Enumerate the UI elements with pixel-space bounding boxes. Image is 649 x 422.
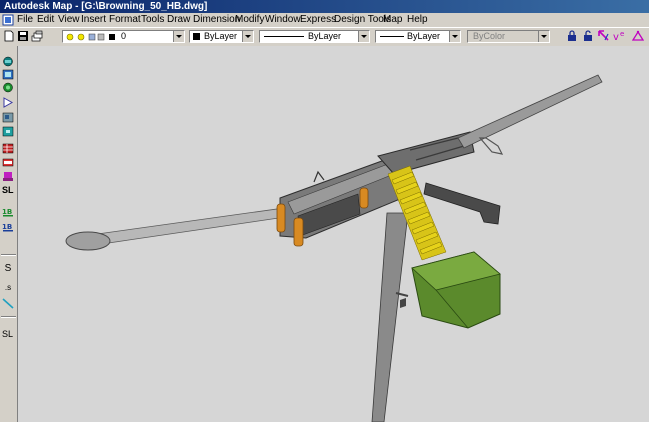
save-icon[interactable] xyxy=(17,30,29,42)
lineweight-dropdown-arrow[interactable] xyxy=(449,31,460,42)
new-file-icon[interactable] xyxy=(3,30,15,42)
charging-handle xyxy=(359,187,369,209)
menu-format[interactable]: Format xyxy=(109,14,141,26)
menu-insert[interactable]: Insert xyxy=(81,14,106,26)
tripod-rear-mount xyxy=(423,182,501,225)
svg-text:e: e xyxy=(620,30,624,38)
map-properties-icon[interactable] xyxy=(2,171,14,182)
unlock-icon[interactable] xyxy=(582,30,594,42)
menu-help[interactable]: Help xyxy=(407,14,428,26)
map-query-icon[interactable] xyxy=(2,69,14,80)
select-arrow-icon[interactable] xyxy=(598,30,610,42)
query-icon[interactable]: v e xyxy=(613,30,629,42)
menu-express[interactable]: Express xyxy=(300,14,336,26)
sidebar-separator xyxy=(1,254,16,256)
linetype-value: ByLayer xyxy=(308,31,342,41)
plotstyle-dropdown-arrow xyxy=(538,31,549,42)
edit-tool-icon[interactable] xyxy=(632,30,644,42)
map-topology-edit-icon[interactable]: 1B xyxy=(2,221,14,232)
layer-name: 0 xyxy=(121,31,127,41)
map-tools-sidebar: SL 1B 1B S .s SL xyxy=(0,46,18,422)
map-play-icon[interactable] xyxy=(2,97,14,108)
color-swatch xyxy=(193,33,200,40)
lineweight-sample xyxy=(380,36,404,37)
spade-grip-right xyxy=(293,217,304,247)
layer-manager-icon[interactable] xyxy=(31,30,43,42)
properties-toolbar: 0 ByLayer ByLayer ByLayer ByColor v e xyxy=(0,27,649,47)
menu-draw[interactable]: Draw xyxy=(167,14,190,26)
menu-dimension[interactable]: Dimension xyxy=(193,14,240,26)
sidebar-s-label[interactable]: S xyxy=(2,263,14,274)
menu-view[interactable]: View xyxy=(58,14,80,26)
carry-handle xyxy=(478,137,504,155)
menu-window[interactable]: Window xyxy=(265,14,301,26)
color-value: ByLayer xyxy=(204,31,238,41)
menu-file[interactable]: File xyxy=(17,14,33,26)
color-dropdown[interactable]: ByLayer xyxy=(189,30,254,43)
gun-model-view xyxy=(65,74,603,422)
svg-text:1B: 1B xyxy=(2,208,12,216)
map-layer-icon[interactable] xyxy=(2,126,14,137)
spade-grip-left xyxy=(276,203,286,233)
sidebar-separator-2 xyxy=(1,316,16,318)
menu-map[interactable]: Map xyxy=(383,14,402,26)
color-dropdown-arrow[interactable] xyxy=(242,31,253,42)
layer-state-icons xyxy=(66,33,115,41)
menu-tools[interactable]: Tools xyxy=(141,14,164,26)
menu-bar: File Edit View Insert Format Tools Draw … xyxy=(0,13,649,27)
linetype-dropdown[interactable]: ByLayer xyxy=(259,30,370,43)
layer-dropdown[interactable]: 0 xyxy=(62,30,185,43)
linetype-sample xyxy=(264,36,304,37)
sidebar-dot-s-label[interactable]: .s xyxy=(2,282,14,293)
tripod-leg-front xyxy=(371,212,409,422)
map-table-icon[interactable] xyxy=(2,143,14,154)
title-bar: Autodesk Map - [G:\Browning_50_HB.dwg] xyxy=(0,0,649,13)
sidebar-sl-label-2[interactable]: SL xyxy=(2,329,14,340)
line-tool-icon[interactable] xyxy=(2,298,14,309)
layer-dropdown-arrow[interactable] xyxy=(173,31,184,42)
map-data-icon[interactable] xyxy=(2,112,14,123)
map-topology-icon[interactable]: 1B xyxy=(2,206,14,217)
rear-sight xyxy=(313,170,325,183)
linetype-dropdown-arrow[interactable] xyxy=(358,31,369,42)
window-title: Autodesk Map - [G:\Browning_50_HB.dwg] xyxy=(4,1,208,12)
plotstyle-value: ByColor xyxy=(473,31,506,41)
map-view-icon[interactable] xyxy=(2,82,14,93)
map-attach-icon[interactable] xyxy=(2,56,14,67)
drawing-canvas[interactable] xyxy=(18,46,649,422)
plotstyle-dropdown: ByColor xyxy=(467,30,550,43)
lineweight-value: ByLayer xyxy=(407,31,441,41)
lineweight-dropdown[interactable]: ByLayer xyxy=(375,30,461,43)
menu-modify[interactable]: Modify xyxy=(235,14,264,26)
svg-text:v: v xyxy=(613,32,619,42)
rear-pad xyxy=(65,231,111,251)
menu-edit[interactable]: Edit xyxy=(37,14,54,26)
document-icon[interactable] xyxy=(2,14,14,26)
svg-text:1B: 1B xyxy=(2,223,12,231)
map-link-icon[interactable] xyxy=(2,157,14,168)
tripod-pin xyxy=(400,298,406,308)
barrel xyxy=(457,74,603,149)
lock-icon[interactable] xyxy=(566,30,578,42)
sidebar-sl-label-1[interactable]: SL xyxy=(2,185,14,196)
